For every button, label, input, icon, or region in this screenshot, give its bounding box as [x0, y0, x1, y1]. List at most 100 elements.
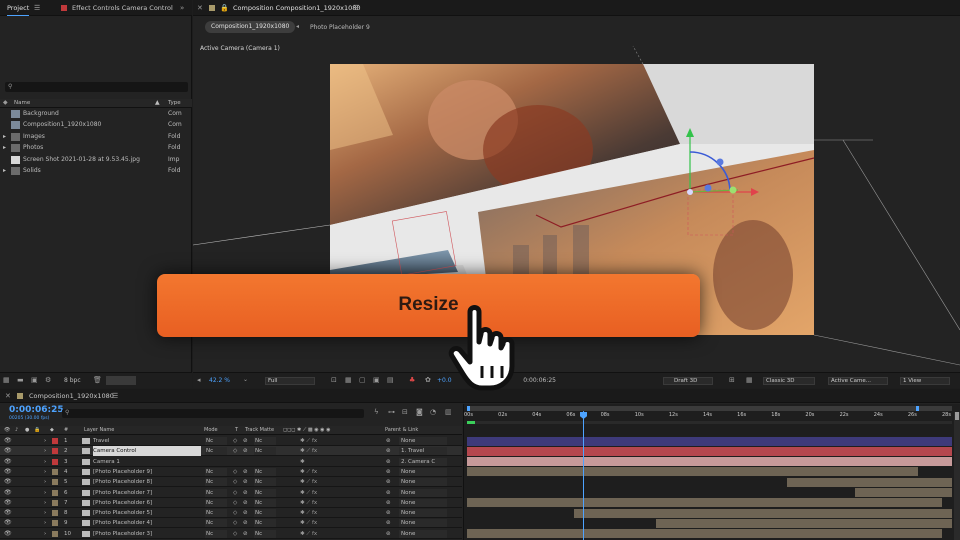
timeline-tab[interactable]: Composition1_1920x1080: [29, 389, 114, 403]
layer-duration-bar[interactable]: [467, 529, 943, 539]
interpret-footage-icon[interactable]: ▦: [3, 376, 10, 384]
matte-link-icon[interactable]: ⊘: [243, 518, 248, 528]
footer-slider[interactable]: [106, 376, 136, 385]
menu-icon[interactable]: ☰: [34, 4, 40, 12]
twirl-arrow-icon[interactable]: ›: [44, 508, 46, 518]
mode-dropdown[interactable]: Nc: [205, 519, 227, 528]
visibility-eye-icon[interactable]: 👁: [4, 508, 12, 518]
layer-duration-bar[interactable]: [656, 518, 952, 528]
matte-dropdown[interactable]: Nc: [254, 467, 276, 476]
twirl-arrow-icon[interactable]: ›: [44, 446, 46, 456]
preserve-transparency-icon[interactable]: ◇: [233, 518, 237, 528]
draft-3d-icon[interactable]: ϟ: [374, 408, 379, 416]
layer-row[interactable]: 👁 › 6 [Photo Placeholder 7] Nc ◇ ⊘ Nc ✱ ⟋ fx ⊚ Non…: [0, 488, 462, 498]
parent-pickwhip-icon[interactable]: ⊚: [386, 488, 391, 498]
project-item[interactable]: ▸ Photos Fold: [0, 143, 192, 153]
visibility-eye-icon[interactable]: 👁: [4, 457, 12, 467]
layer-switches[interactable]: ✱ ⟋ fx: [300, 488, 317, 498]
zoom-dropdown-icon[interactable]: ⌄: [243, 376, 248, 384]
project-search-input[interactable]: [17, 83, 182, 91]
time-ruler[interactable]: 00s 02s 04s 06s 08s 10s 12s 14s 16s 18s 20s 22s 24s 2…: [464, 412, 954, 421]
preserve-transparency-icon[interactable]: ◇: [233, 529, 237, 539]
layer-name[interactable]: Camera 1: [93, 457, 201, 467]
composition-tab[interactable]: Composition Composition1_1920x1080: [233, 0, 361, 16]
mode-dropdown[interactable]: Nc: [205, 488, 227, 497]
layer-duration-bar[interactable]: [787, 477, 952, 487]
visibility-eye-icon[interactable]: 👁: [4, 477, 12, 487]
close-icon[interactable]: ✕: [197, 4, 203, 12]
parent-pickwhip-icon[interactable]: ⊚: [386, 436, 391, 446]
subtab-photo-placeholder[interactable]: Photo Placeholder 9: [310, 24, 370, 31]
project-tab[interactable]: Project: [7, 0, 30, 16]
renderer-dropdown[interactable]: Classic 3D: [763, 377, 815, 385]
mode-dropdown[interactable]: Nc: [205, 509, 227, 518]
matte-link-icon[interactable]: ⊘: [243, 467, 248, 477]
layer-name-header[interactable]: Layer Name: [84, 426, 114, 435]
project-settings-icon[interactable]: ⚙: [45, 376, 51, 384]
layer-switches[interactable]: ✱ ⟋ fx: [300, 498, 317, 508]
parent-dropdown[interactable]: None: [399, 498, 447, 507]
layer-switches[interactable]: ✱ ⟋ fx: [300, 436, 317, 446]
layer-row[interactable]: 👁 › 10 [Photo Placeholder 3] Nc ◇ ⊘ Nc ✱ ⟋ fx ⊚ No…: [0, 529, 462, 539]
layer-name[interactable]: [Photo Placeholder 3]: [93, 529, 201, 539]
matte-dropdown[interactable]: Nc: [254, 509, 276, 518]
label-color-swatch[interactable]: [52, 438, 58, 444]
visibility-eye-icon[interactable]: 👁: [4, 436, 12, 446]
visibility-eye-icon[interactable]: 👁: [4, 518, 12, 528]
work-area-bar[interactable]: [467, 406, 952, 411]
visibility-eye-icon[interactable]: 👁: [4, 488, 12, 498]
preserve-transparency-icon[interactable]: ◇: [233, 488, 237, 498]
layer-duration-bar[interactable]: [467, 498, 943, 508]
project-item[interactable]: Screen Shot 2021-01-28 at 9.53.45.jpg Imp: [0, 155, 192, 165]
layer-switches[interactable]: ✱ ⟋ fx: [300, 446, 317, 456]
expand-arrow-icon[interactable]: ▸: [3, 166, 6, 176]
matte-dropdown[interactable]: Nc: [254, 488, 276, 497]
parent-dropdown[interactable]: None: [399, 488, 447, 497]
matte-link-icon[interactable]: ⊘: [243, 498, 248, 508]
comp-menu-icon[interactable]: ☰: [353, 4, 359, 12]
close-tab-icon[interactable]: ✕: [5, 392, 11, 400]
twirl-arrow-icon[interactable]: ›: [44, 457, 46, 467]
parent-dropdown[interactable]: None: [399, 519, 447, 528]
matte-link-icon[interactable]: ⊘: [243, 436, 248, 446]
timeline-search[interactable]: ⚲: [62, 409, 364, 418]
layer-duration-bar[interactable]: [467, 467, 919, 477]
visibility-eye-icon[interactable]: 👁: [4, 446, 12, 456]
preserve-transparency-icon[interactable]: ◇: [233, 477, 237, 487]
timeline-timecode[interactable]: 0:00:06:25: [9, 405, 64, 415]
twirl-arrow-icon[interactable]: ›: [44, 529, 46, 539]
parent-dropdown[interactable]: 2. Camera C: [399, 457, 447, 466]
mode-dropdown[interactable]: Nc: [205, 498, 227, 507]
label-color-swatch[interactable]: [52, 479, 58, 486]
matte-dropdown[interactable]: Nc: [254, 478, 276, 487]
twirl-arrow-icon[interactable]: ›: [44, 498, 46, 508]
parent-pickwhip-icon[interactable]: ⊚: [386, 467, 391, 477]
label-color-swatch[interactable]: [52, 510, 58, 517]
matte-dropdown[interactable]: Nc: [254, 447, 276, 456]
layer-name[interactable]: [Photo Placeholder 4]: [93, 518, 201, 528]
region-icon[interactable]: ⊡: [331, 376, 337, 384]
project-item[interactable]: Composition1_1920x1080 Com: [0, 120, 192, 130]
parent-dropdown[interactable]: None: [399, 509, 447, 518]
layer-switches[interactable]: ✱ ⟋ fx: [300, 477, 317, 487]
new-comp-icon[interactable]: ▣: [31, 376, 38, 384]
layer-row[interactable]: 👁 › 9 [Photo Placeholder 4] Nc ◇ ⊘ Nc ✱ ⟋ fx ⊚ Non…: [0, 518, 462, 529]
timeline-graph[interactable]: 00s 02s 04s 06s 08s 10s 12s 14s 16s 18s 20s 22s 24s 2…: [463, 404, 960, 540]
timeline-menu-icon[interactable]: ☰: [112, 392, 118, 400]
mode-dropdown[interactable]: Nc: [205, 467, 227, 476]
mode-dropdown[interactable]: Nc: [205, 478, 227, 487]
mode-dropdown[interactable]: Nc: [205, 447, 227, 456]
visibility-eye-icon[interactable]: 👁: [4, 498, 12, 508]
motion-blur-icon[interactable]: ◙: [416, 408, 423, 416]
layer-switches[interactable]: ✱ ⟋ fx: [300, 529, 317, 539]
sort-arrow-icon[interactable]: ▲: [155, 99, 160, 106]
twirl-arrow-icon[interactable]: ›: [44, 518, 46, 528]
label-color-swatch[interactable]: [52, 468, 58, 475]
layer-row[interactable]: 👁 › 1 Travel Nc ◇ ⊘ Nc ✱ ⟋ fx ⊚ None: [0, 436, 462, 446]
bpc-label[interactable]: 8 bpc: [64, 377, 81, 384]
layer-name[interactable]: [Photo Placeholder 7]: [93, 488, 201, 498]
matte-dropdown[interactable]: Nc: [254, 437, 276, 445]
view-layout-dropdown[interactable]: 1 View: [900, 377, 950, 385]
label-color-swatch[interactable]: [52, 520, 58, 527]
new-folder-icon[interactable]: ▬: [17, 376, 24, 384]
